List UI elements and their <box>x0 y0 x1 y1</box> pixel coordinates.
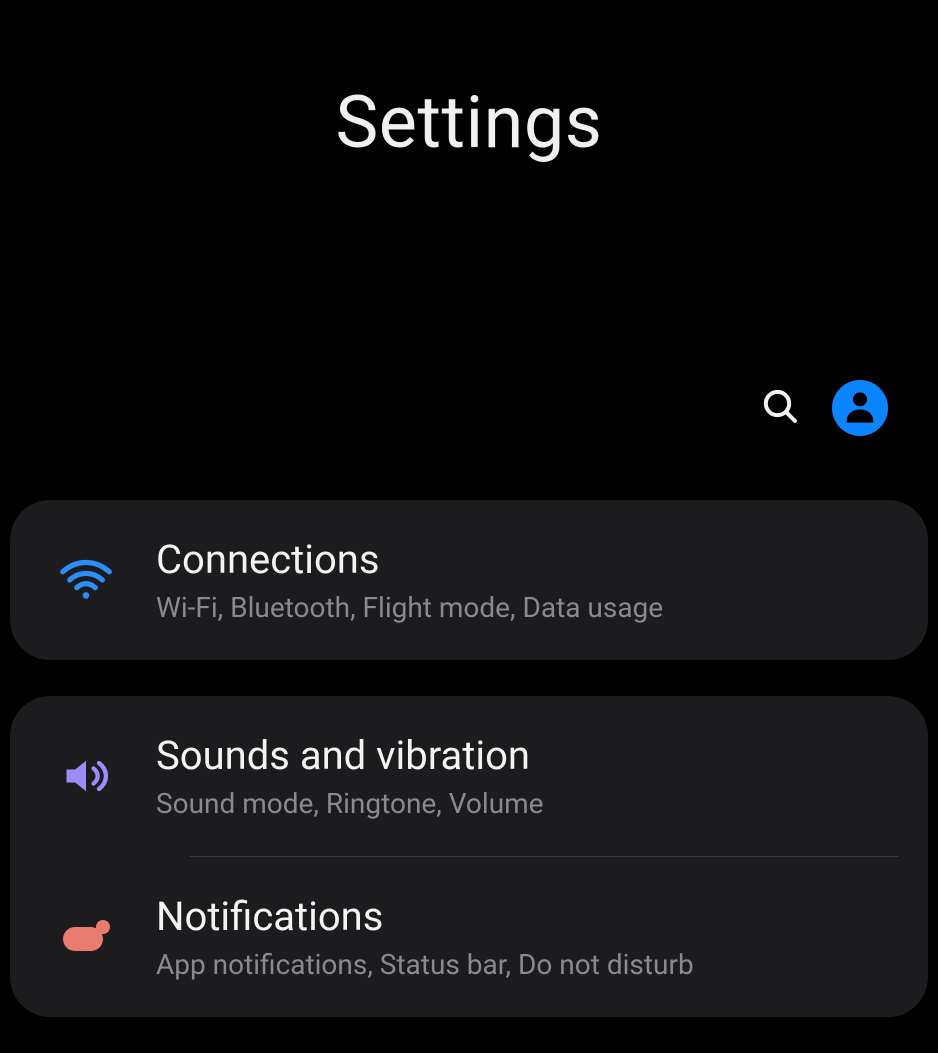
row-sounds[interactable]: Sounds and vibration Sound mode, Rington… <box>10 696 928 856</box>
search-button[interactable] <box>756 384 804 432</box>
row-sounds-subtitle: Sound mode, Ringtone, Volume <box>156 787 888 820</box>
row-notifications-title: Notifications <box>156 893 888 940</box>
card-sounds-notifications: Sounds and vibration Sound mode, Rington… <box>10 696 928 1017</box>
row-connections-text: Connections Wi-Fi, Bluetooth, Flight mod… <box>126 536 888 624</box>
card-connections: Connections Wi-Fi, Bluetooth, Flight mod… <box>10 500 928 660</box>
toolbar <box>756 380 888 436</box>
notification-badge-icon <box>46 917 126 957</box>
row-notifications-subtitle: App notifications, Status bar, Do not di… <box>156 948 888 981</box>
account-avatar[interactable] <box>832 380 888 436</box>
row-connections-title: Connections <box>156 536 888 583</box>
wifi-icon <box>46 552 126 608</box>
row-notifications-text: Notifications App notifications, Status … <box>126 893 888 981</box>
page-title: Settings <box>0 80 938 165</box>
row-connections[interactable]: Connections Wi-Fi, Bluetooth, Flight mod… <box>10 500 928 660</box>
person-icon <box>840 386 880 430</box>
row-sounds-title: Sounds and vibration <box>156 732 888 779</box>
row-connections-subtitle: Wi-Fi, Bluetooth, Flight mode, Data usag… <box>156 591 888 624</box>
row-notifications[interactable]: Notifications App notifications, Status … <box>10 857 928 1017</box>
row-sounds-text: Sounds and vibration Sound mode, Rington… <box>126 732 888 820</box>
speaker-icon <box>46 750 126 802</box>
search-icon <box>760 386 800 430</box>
settings-list: Connections Wi-Fi, Bluetooth, Flight mod… <box>10 500 928 1053</box>
